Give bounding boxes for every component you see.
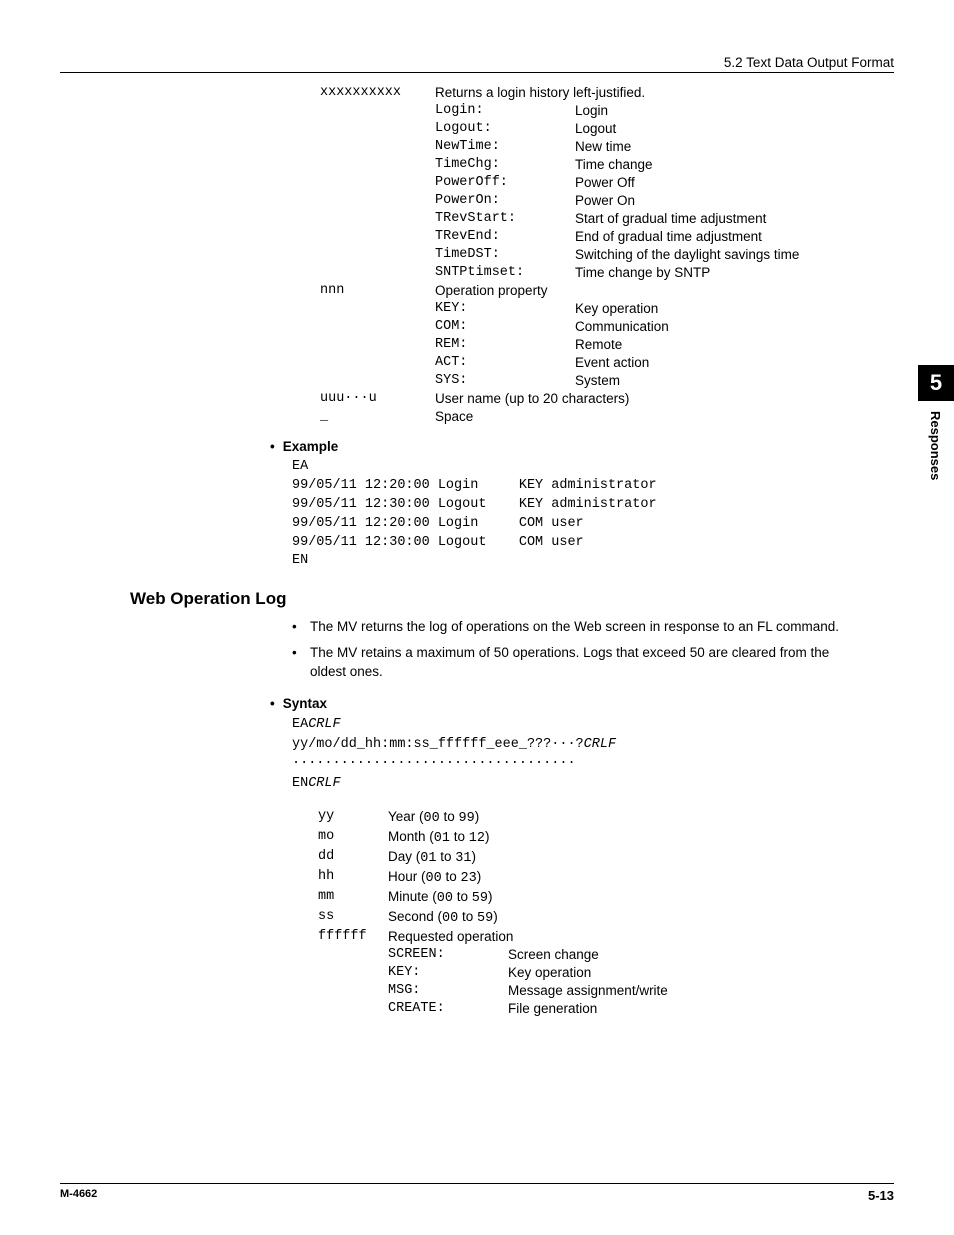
param-key: NewTime: (435, 137, 575, 155)
param-value: Time change by SNTP (575, 263, 855, 281)
param-code: uuu···u (320, 389, 435, 407)
param-key: PowerOff: (435, 173, 575, 191)
syntax-code: mm (318, 887, 388, 907)
chapter-title: Responses (918, 401, 943, 480)
param-key: PowerOn: (435, 191, 575, 209)
param-value: File generation (508, 999, 738, 1017)
param-intro: User name (up to 20 characters) (435, 389, 855, 407)
param-key: KEY: (435, 299, 575, 317)
table-row: nnn Operation property (320, 281, 855, 299)
syntax-code: ffffff (318, 927, 388, 945)
syntax-code: yy (318, 807, 388, 827)
param-value: New time (575, 137, 855, 155)
param-code: _ (320, 407, 435, 425)
param-value: System (575, 371, 855, 389)
syntax-label: Minute (00 to 59) (388, 887, 738, 907)
param-value: Login (575, 101, 855, 119)
param-key: Logout: (435, 119, 575, 137)
syntax-code: hh (318, 867, 388, 887)
param-code: xxxxxxxxxx (320, 83, 435, 101)
syntax-label: Requested operation (388, 927, 738, 945)
syntax-code: mo (318, 827, 388, 847)
param-value: Key operation (508, 963, 738, 981)
param-value: Logout (575, 119, 855, 137)
syntax-param-block: yyYear (00 to 99) moMonth (01 to 12) ddD… (318, 807, 894, 1017)
param-value: End of gradual time adjustment (575, 227, 855, 245)
param-value: Time change (575, 155, 855, 173)
table-row: xxxxxxxxxx Returns a login history left-… (320, 83, 855, 101)
example-block: EA 99/05/11 12:20:00 Login KEY administr… (292, 458, 894, 571)
footer-doc-id: M-4662 (60, 1188, 97, 1200)
notes-list: The MV returns the log of operations on … (292, 617, 864, 682)
param-value: Power Off (575, 173, 855, 191)
param-value: Message assignment/write (508, 981, 738, 999)
syntax-label: Month (01 to 12) (388, 827, 738, 847)
param-value: Switching of the daylight savings time (575, 245, 855, 263)
param-intro: Returns a login history left-justified. (435, 83, 855, 101)
param-key: ACT: (435, 353, 575, 371)
list-item: The MV retains a maximum of 50 operation… (292, 643, 864, 682)
syntax-label: Second (00 to 59) (388, 907, 738, 927)
syntax-heading: Syntax (270, 696, 894, 711)
param-key: SYS: (435, 371, 575, 389)
page-header: 5.2 Text Data Output Format (60, 55, 894, 73)
syntax-code: ss (318, 907, 388, 927)
param-key: CREATE: (388, 999, 508, 1017)
param-intro: Space (435, 407, 855, 425)
param-key: TimeChg: (435, 155, 575, 173)
web-op-log-heading: Web Operation Log (130, 589, 894, 609)
list-item: The MV returns the log of operations on … (292, 617, 864, 637)
syntax-block: EACRLF yy/mo/dd_hh:mm:ss_ffffff_eee_???·… (292, 715, 894, 793)
syntax-label: Hour (00 to 23) (388, 867, 738, 887)
param-value: Event action (575, 353, 855, 371)
param-key: Login: (435, 101, 575, 119)
page-footer: M-4662 5-13 (60, 1183, 894, 1203)
footer-page-number: 5-13 (868, 1188, 894, 1203)
param-value: Power On (575, 191, 855, 209)
param-key: SCREEN: (388, 945, 508, 963)
param-value: Remote (575, 335, 855, 353)
param-key: MSG: (388, 981, 508, 999)
chapter-number: 5 (918, 365, 954, 401)
table-row: uuu···u User name (up to 20 characters) (320, 389, 855, 407)
syntax-code: dd (318, 847, 388, 867)
param-key: TimeDST: (435, 245, 575, 263)
param-key: SNTPtimset: (435, 263, 575, 281)
param-key: COM: (435, 317, 575, 335)
header-section: 5.2 Text Data Output Format (724, 55, 894, 70)
param-key: TRevEnd: (435, 227, 575, 245)
example-heading: Example (270, 439, 894, 454)
table-row: _ Space (320, 407, 855, 425)
param-key: REM: (435, 335, 575, 353)
param-key: TRevStart: (435, 209, 575, 227)
syntax-label: Year (00 to 99) (388, 807, 738, 827)
param-value: Screen change (508, 945, 738, 963)
param-code: nnn (320, 281, 435, 299)
login-history-block: xxxxxxxxxx Returns a login history left-… (320, 83, 894, 425)
chapter-tab: 5 Responses (918, 365, 954, 480)
param-table: xxxxxxxxxx Returns a login history left-… (320, 83, 855, 425)
param-value: Start of gradual time adjustment (575, 209, 855, 227)
param-intro: Operation property (435, 281, 855, 299)
param-value: Key operation (575, 299, 855, 317)
param-value: Communication (575, 317, 855, 335)
param-key: KEY: (388, 963, 508, 981)
syntax-label: Day (01 to 31) (388, 847, 738, 867)
